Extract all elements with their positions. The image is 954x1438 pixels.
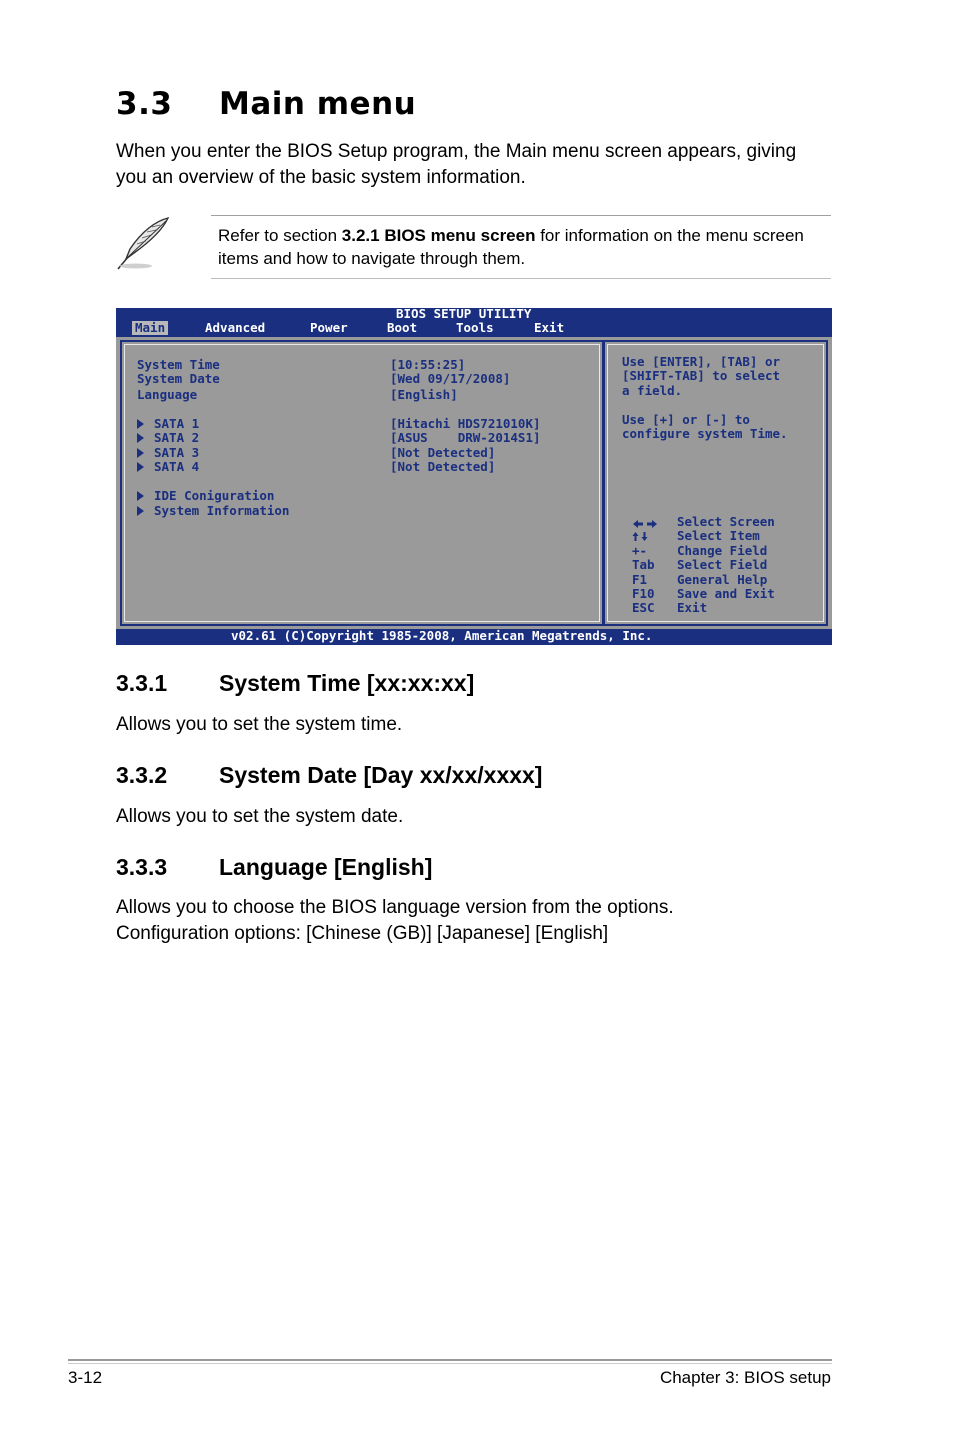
intro-line: When you enter the BIOS Setup program, t… xyxy=(116,141,797,162)
bios-item-label[interactable]: System Date xyxy=(137,372,220,386)
bios-help-line: configure system Time. xyxy=(622,426,788,441)
bios-key-desc: Select Item xyxy=(677,528,760,543)
bios-help-line: Use [+] or [-] to xyxy=(622,412,750,427)
bios-help-line: Use [ENTER], [TAB] or xyxy=(622,354,781,369)
bios-help-line: a field. xyxy=(622,383,683,398)
bios-key: F1 xyxy=(632,572,648,587)
bios-submenu-sysinfo[interactable]: System Information xyxy=(154,504,289,518)
bios-key-desc: Change Field xyxy=(677,543,768,558)
bios-menu-exit[interactable]: Exit xyxy=(534,321,564,335)
bios-item-value[interactable]: [10:55:25] xyxy=(390,358,465,372)
submenu-arrow-icon xyxy=(137,419,144,429)
bios-menu-power[interactable]: Power xyxy=(310,321,348,335)
page-number: 3-12 xyxy=(68,1368,103,1387)
left-right-arrows-icon xyxy=(632,517,658,528)
bios-menu-main[interactable]: Main xyxy=(132,321,169,335)
bios-key-desc: Select Screen xyxy=(677,514,775,529)
section-heading: 3.3.1 System Time [xx:xx:xx] xyxy=(116,670,475,696)
note-text: Refer to section 3.2.1 BIOS menu screen … xyxy=(218,224,828,270)
note-line-1: Refer to section 3.2.1 BIOS menu screen … xyxy=(218,226,804,245)
submenu-arrow-icon xyxy=(137,448,144,458)
feather-pen-icon xyxy=(116,215,172,271)
section-body: Allows you to set the system date. xyxy=(116,806,404,827)
section-body: Allows you to choose the BIOS language v… xyxy=(116,897,674,944)
section-heading: 3.3.3 Language [English] xyxy=(116,854,433,880)
bios-item-value[interactable]: [Wed 09/17/2008] xyxy=(390,372,510,386)
bios-item-label[interactable]: System Time xyxy=(137,358,220,372)
bios-item-label[interactable]: Language xyxy=(137,388,197,402)
submenu-arrow-icon xyxy=(137,506,144,516)
submenu-arrow-icon xyxy=(137,433,144,443)
bios-screenshot: BIOS SETUP UTILITY Main Advanced Power B… xyxy=(116,306,832,645)
section-number: 3.3 xyxy=(116,86,173,122)
note-reference: 3.2.1 BIOS menu screen xyxy=(341,226,536,245)
bios-key-desc: General Help xyxy=(677,572,768,587)
bios-menu-advanced[interactable]: Advanced xyxy=(205,321,265,335)
bios-key-desc: Save and Exit xyxy=(677,586,775,601)
intro-paragraph: When you enter the BIOS Setup program, t… xyxy=(116,139,796,191)
bios-menu-boot[interactable]: Boot xyxy=(387,321,417,335)
bios-sata-value: [Not Detected] xyxy=(390,445,496,460)
chapter-label: Chapter 3: BIOS setup xyxy=(659,1368,831,1387)
section-title: Main menu xyxy=(219,86,417,122)
footer-rule xyxy=(68,1359,832,1361)
up-down-arrows-icon xyxy=(632,530,648,541)
submenu-arrow-icon xyxy=(137,491,144,501)
bios-copyright: v02.61 (C)Copyright 1985-2008, American … xyxy=(231,628,653,643)
note-line-2: items and how to navigate through them. xyxy=(218,249,526,268)
bios-key: ESC xyxy=(632,600,655,615)
submenu-arrow-icon xyxy=(137,462,144,472)
bios-sata-value: [ASUS DRW-2014S1] xyxy=(390,430,541,445)
bios-help-line: [SHIFT-TAB] to select xyxy=(622,368,781,383)
bios-item-value[interactable]: [English] xyxy=(390,388,458,402)
intro-line: you an overview of the basic system info… xyxy=(116,167,526,188)
note-bottom-rule xyxy=(211,278,831,279)
bios-sata-value: [Not Detected] xyxy=(390,459,496,474)
bios-key: Tab xyxy=(632,557,655,572)
bios-key: F10 xyxy=(632,586,655,601)
bios-menu-tools[interactable]: Tools xyxy=(456,321,494,335)
bios-sata-label[interactable]: SATA 2 xyxy=(154,431,199,445)
bios-sata-label[interactable]: SATA 3 xyxy=(154,446,199,460)
footer-rule xyxy=(68,1363,832,1364)
note-top-rule xyxy=(211,215,831,216)
bios-key: +- xyxy=(632,543,648,558)
section-heading: 3.3.2 System Date [Day xx/xx/xxxx] xyxy=(116,762,543,788)
page-title: 3.3 Main menu xyxy=(116,86,416,122)
bios-sata-label[interactable]: SATA 4 xyxy=(154,460,199,474)
bios-sata-value: [Hitachi HDS721010K] xyxy=(390,416,541,431)
bios-sata-label[interactable]: SATA 1 xyxy=(154,417,199,431)
bios-key-desc: Select Field xyxy=(677,557,768,572)
bios-header: BIOS SETUP UTILITY xyxy=(396,306,532,321)
bios-submenu-ide[interactable]: IDE Coniguration xyxy=(154,489,274,503)
bios-key-desc: Exit xyxy=(677,600,708,615)
section-body: Allows you to set the system time. xyxy=(116,714,403,735)
